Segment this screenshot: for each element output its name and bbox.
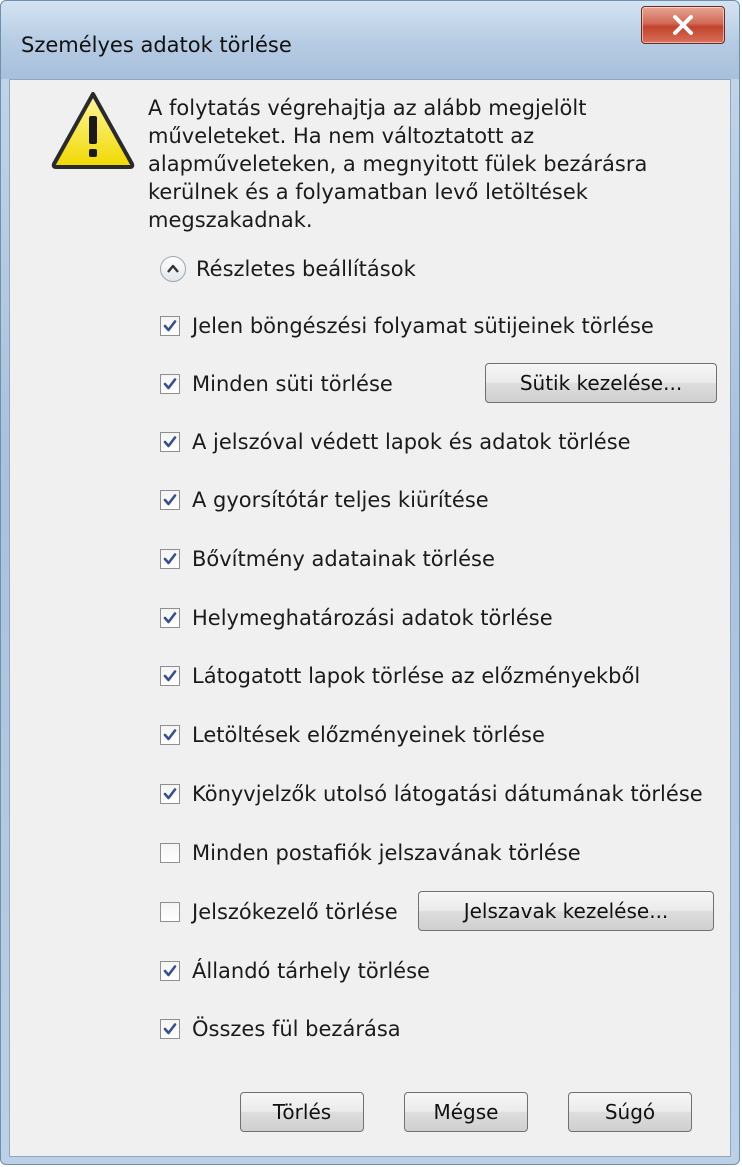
checkmark-icon	[163, 670, 177, 682]
option-label: Minden süti törlése	[192, 372, 393, 396]
close-button[interactable]	[641, 6, 725, 44]
option-row[interactable]: Helymeghatározási adatok törlése	[160, 603, 553, 633]
delete-button[interactable]: Törlés	[240, 1092, 364, 1132]
details-collapse-button[interactable]	[160, 256, 186, 282]
option-row[interactable]: Minden postafiók jelszavának törlése	[160, 838, 581, 868]
option-checkbox[interactable]	[160, 961, 180, 981]
option-label: Helymeghatározási adatok törlése	[192, 606, 553, 630]
checkmark-icon	[163, 320, 177, 332]
option-label: Minden postafiók jelszavának törlése	[192, 841, 581, 865]
option-label: Jelszókezelő törlése	[192, 900, 398, 924]
dialog-body: A folytatás végrehajtja az alább megjelö…	[9, 79, 731, 1157]
option-checkbox[interactable]	[160, 432, 180, 452]
checkmark-icon	[163, 965, 177, 977]
option-label: Összes fül bezárása	[192, 1017, 401, 1041]
checkmark-icon	[163, 378, 177, 390]
option-row[interactable]: Jelszókezelő törlése Jelszavak kezelése..…	[160, 891, 714, 931]
checkmark-icon	[163, 436, 177, 448]
warning-icon	[51, 92, 135, 169]
option-row[interactable]: A jelszóval védett lapok és adatok törlé…	[160, 427, 631, 457]
option-row[interactable]: A gyorsítótár teljes kiürítése	[160, 485, 489, 515]
option-label: Letöltések előzményeinek törlése	[192, 723, 545, 747]
option-checkbox[interactable]	[160, 725, 180, 745]
details-toggle[interactable]: Részletes beállítások	[160, 252, 416, 286]
option-row[interactable]: Letöltések előzményeinek törlése	[160, 720, 545, 750]
option-row[interactable]: Bővítmény adatainak törlése	[160, 544, 495, 574]
option-row[interactable]: Látogatott lapok törlése az előzményekbő…	[160, 661, 640, 691]
help-button[interactable]: Súgó	[568, 1092, 692, 1132]
option-row[interactable]: Jelen böngészési folyamat sütijeinek tör…	[160, 311, 654, 341]
option-row[interactable]: Könyvjelzők utolsó látogatási dátumának …	[160, 779, 703, 809]
option-label: Könyvjelzők utolsó látogatási dátumának …	[192, 782, 703, 806]
checkmark-icon	[163, 788, 177, 800]
dialog-window: Személyes adatok törlése A folytatás vég…	[0, 0, 740, 1165]
option-row[interactable]: Állandó tárhely törlése	[160, 956, 430, 986]
option-label: Látogatott lapok törlése az előzményekbő…	[192, 664, 641, 688]
option-checkbox[interactable]	[160, 374, 180, 394]
option-checkbox[interactable]	[160, 1019, 180, 1039]
chevron-up-icon	[167, 264, 179, 273]
option-checkbox[interactable]	[160, 843, 180, 863]
option-checkbox[interactable]	[160, 608, 180, 628]
checkmark-icon	[163, 729, 177, 741]
manage-passwords-button[interactable]: Jelszavak kezelése...	[418, 891, 714, 931]
option-checkbox[interactable]	[160, 490, 180, 510]
option-checkbox[interactable]	[160, 784, 180, 804]
manage-cookies-button[interactable]: Sütik kezelése...	[485, 363, 717, 403]
option-row[interactable]: Összes fül bezárása	[160, 1014, 401, 1044]
checkmark-icon	[163, 494, 177, 506]
checkmark-icon	[163, 553, 177, 565]
option-checkbox[interactable]	[160, 666, 180, 686]
close-icon	[673, 15, 693, 35]
checkmark-icon	[163, 1023, 177, 1035]
option-label: A jelszóval védett lapok és adatok törlé…	[192, 430, 631, 454]
option-label: Bővítmény adatainak törlése	[192, 547, 495, 571]
window-title: Személyes adatok törlése	[21, 33, 292, 57]
option-label: A gyorsítótár teljes kiürítése	[192, 488, 489, 512]
details-label: Részletes beállítások	[196, 257, 416, 281]
cancel-button[interactable]: Mégse	[404, 1092, 528, 1132]
option-checkbox[interactable]	[160, 316, 180, 336]
option-label: Állandó tárhely törlése	[192, 959, 430, 983]
title-bar[interactable]: Személyes adatok törlése	[1, 1, 739, 79]
warning-message: A folytatás végrehajtja az alább megjelö…	[148, 96, 648, 232]
option-checkbox[interactable]	[160, 902, 180, 922]
option-row[interactable]: Minden süti törlése Sütik kezelése...	[160, 363, 717, 403]
checkmark-icon	[163, 612, 177, 624]
option-label: Jelen böngészési folyamat sütijeinek tör…	[192, 314, 654, 338]
option-checkbox[interactable]	[160, 549, 180, 569]
